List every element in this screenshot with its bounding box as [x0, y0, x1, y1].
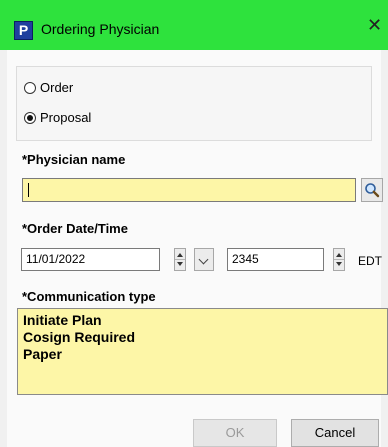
date-dropdown-button[interactable] — [194, 248, 214, 271]
magnifier-icon — [365, 183, 380, 198]
radio-order[interactable]: Order — [24, 80, 73, 95]
physician-name-input[interactable] — [22, 178, 356, 202]
chevron-down-icon — [198, 254, 209, 265]
window-title: Ordering Physician — [41, 21, 160, 37]
timezone-label: EDT — [358, 254, 382, 268]
radio-proposal[interactable]: Proposal — [24, 110, 91, 125]
date-spinner[interactable] — [174, 248, 186, 271]
ok-button[interactable]: OK — [193, 419, 277, 447]
cancel-button[interactable]: Cancel — [291, 419, 379, 447]
physician-search-button[interactable] — [361, 178, 383, 202]
order-type-group — [16, 66, 372, 141]
spin-up-icon[interactable] — [336, 253, 342, 257]
list-item[interactable]: Initiate Plan — [23, 312, 382, 329]
spin-down-icon[interactable] — [336, 262, 342, 266]
order-datetime-label: *Order Date/Time — [22, 221, 128, 236]
radio-proposal-circle[interactable] — [24, 111, 36, 124]
radio-order-label: Order — [40, 80, 74, 95]
order-time-input[interactable]: 2345 — [227, 248, 324, 271]
list-item[interactable]: Cosign Required — [23, 329, 382, 346]
close-icon[interactable]: ✕ — [367, 16, 382, 36]
list-item[interactable]: Paper — [23, 346, 382, 363]
spin-down-icon[interactable] — [177, 262, 183, 266]
radio-order-circle[interactable] — [24, 81, 36, 94]
time-spinner[interactable] — [333, 248, 345, 271]
app-icon: P — [14, 21, 33, 40]
radio-proposal-label: Proposal — [40, 110, 92, 125]
physician-name-label: *Physician name — [22, 152, 126, 167]
text-caret — [28, 183, 29, 197]
spin-up-icon[interactable] — [177, 253, 183, 257]
title-bar: P Ordering Physician ✕ — [0, 0, 388, 50]
communication-type-list[interactable]: Initiate Plan Cosign Required Paper — [17, 308, 388, 395]
order-date-input[interactable]: 11/01/2022 — [21, 248, 160, 271]
communication-type-label: *Communication type — [22, 289, 156, 304]
